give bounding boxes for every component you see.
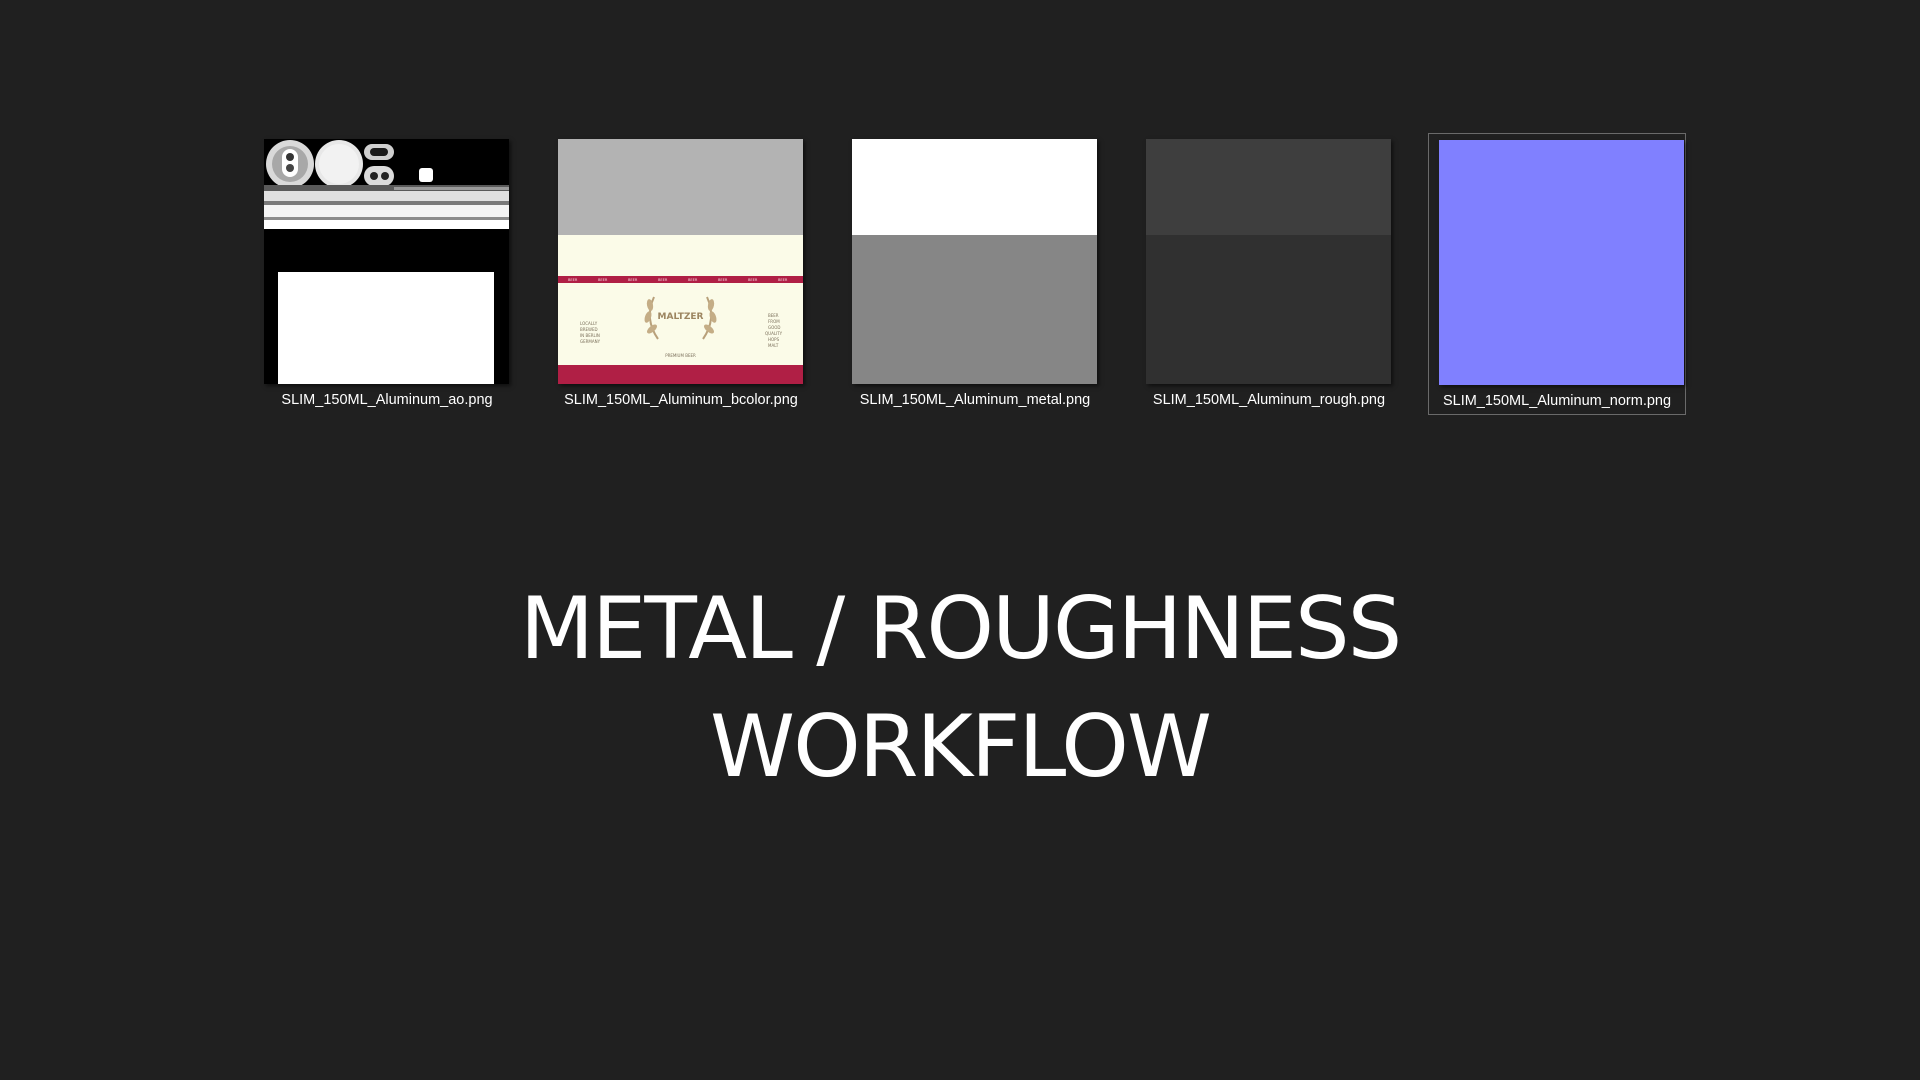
label-right-line: GOOD [768,325,780,330]
file-name-label: SLIM_150ML_Aluminum_rough.png [1152,392,1386,408]
file-name-label: SLIM_150ML_Aluminum_ao.png [281,392,493,408]
label-band-text: BEER [718,278,728,282]
workflow-title: METAL / ROUGHNESS WORKFLOW [0,570,1920,806]
workflow-title-line-1: METAL / ROUGHNESS [519,579,1402,679]
label-brand-text: MALTZER [658,312,704,322]
label-left-line: BREWED [580,327,598,332]
file-name-label: SLIM_150ML_Aluminum_bcolor.png [564,392,798,408]
file-tile-metal[interactable]: SLIM_150ML_Aluminum_metal.png [846,133,1104,415]
ao-texture-thumbnail-icon [264,139,509,384]
label-band-text: BEER [628,278,638,282]
label-right-line: MALT [768,343,779,348]
label-band-text: BEER [568,278,578,282]
label-right-line: HOPS [768,337,780,342]
label-band-text: BEER [598,278,608,282]
file-tile-bcolor[interactable]: MALTZER LOCALLY BREWED IN BERLIN GERMANY… [552,133,810,415]
file-grid: SLIM_150ML_Aluminum_ao.png MALTZER LOCAL… [258,133,1690,416]
file-tile-rough[interactable]: SLIM_150ML_Aluminum_rough.png [1140,133,1398,415]
label-left-line: GERMANY [580,339,601,344]
label-bottom-text: PREMIUM BEER [665,353,696,358]
metal-texture-thumbnail-icon [852,139,1097,384]
rough-texture-thumbnail-icon [1146,139,1391,384]
file-tile-ao[interactable]: SLIM_150ML_Aluminum_ao.png [258,133,516,415]
label-right-line: BEER [768,313,779,318]
file-tile-norm[interactable]: SLIM_150ML_Aluminum_norm.png [1428,133,1686,415]
label-left-line: LOCALLY [580,321,598,326]
desktop-stage: SLIM_150ML_Aluminum_ao.png MALTZER LOCAL… [0,0,1920,1080]
bcolor-texture-thumbnail-icon: MALTZER LOCALLY BREWED IN BERLIN GERMANY… [558,139,803,384]
norm-texture-thumbnail-icon [1439,140,1684,385]
label-band-text: BEER [658,278,668,282]
file-name-label: SLIM_150ML_Aluminum_metal.png [859,392,1091,408]
workflow-title-line-2: WORKFLOW [710,697,1212,797]
label-band-text: BEER [748,278,758,282]
label-right-line: QUALITY [765,331,783,336]
label-right-line: FROM [768,319,780,324]
label-left-line: IN BERLIN [580,333,600,338]
label-band-text: BEER [688,278,698,282]
file-name-label: SLIM_150ML_Aluminum_norm.png [1442,393,1672,409]
label-band-text: BEER [778,278,788,282]
